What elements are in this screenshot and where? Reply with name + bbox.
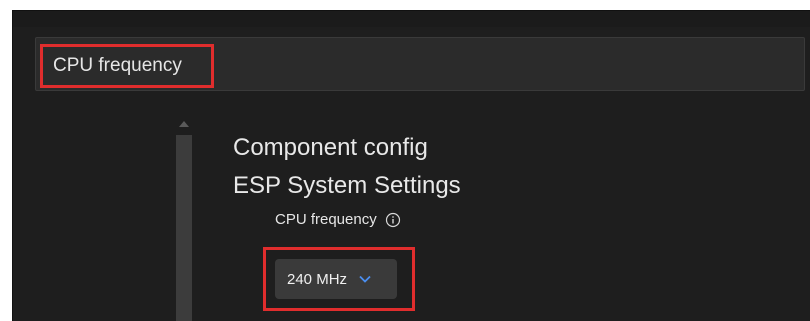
dropdown-selected-value: 240 MHz xyxy=(287,270,348,288)
dropdown-highlight-box: 240 MHz xyxy=(263,247,415,311)
search-field[interactable]: CPU frequency xyxy=(35,37,805,91)
title-bar xyxy=(13,11,810,27)
setting-label-row: CPU frequency xyxy=(275,211,793,228)
settings-content: Component config ESP System Settings CPU… xyxy=(233,129,793,228)
settings-window: CPU frequency Component config ESP Syste… xyxy=(12,10,810,321)
scrollbar-thumb[interactable] xyxy=(176,135,192,321)
scrollbar[interactable] xyxy=(175,121,193,321)
search-highlight-box: CPU frequency xyxy=(40,44,214,88)
section-title: ESP System Settings xyxy=(233,172,461,199)
chevron-down-icon xyxy=(359,275,371,283)
breadcrumb-parent: Component config xyxy=(233,134,428,161)
scroll-up-icon[interactable] xyxy=(179,121,189,127)
info-icon[interactable] xyxy=(385,212,401,228)
search-input-value[interactable]: CPU frequency xyxy=(53,55,182,77)
setting-label: CPU frequency xyxy=(275,211,377,228)
cpu-frequency-dropdown[interactable]: 240 MHz xyxy=(275,259,397,299)
